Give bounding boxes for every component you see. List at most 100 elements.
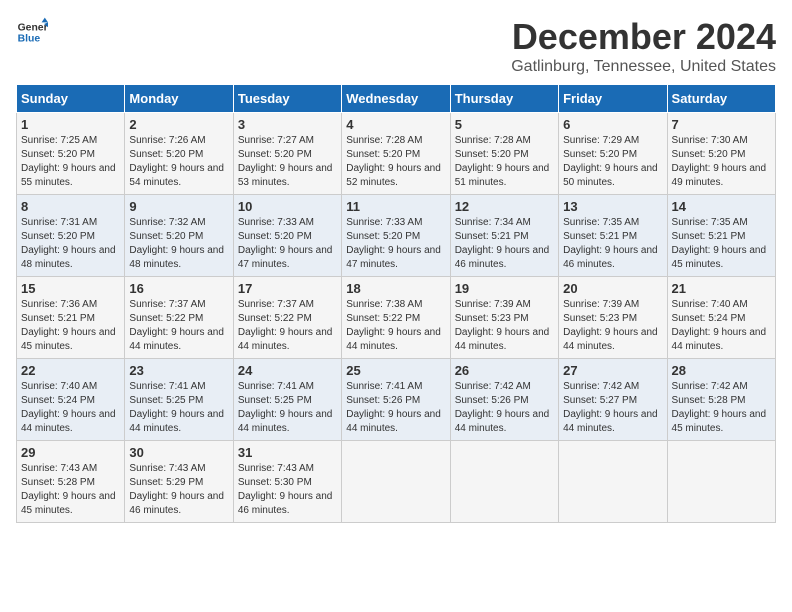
calendar-cell: 27 Sunrise: 7:42 AMSunset: 5:27 PMDayligh… bbox=[559, 359, 667, 441]
calendar-cell: 2 Sunrise: 7:26 AMSunset: 5:20 PMDaylight… bbox=[125, 113, 233, 195]
day-number: 30 bbox=[129, 445, 228, 460]
day-info: Sunrise: 7:26 AMSunset: 5:20 PMDaylight:… bbox=[129, 135, 224, 188]
day-number: 1 bbox=[21, 117, 120, 132]
calendar-cell: 23 Sunrise: 7:41 AMSunset: 5:25 PMDayligh… bbox=[125, 359, 233, 441]
day-number: 7 bbox=[672, 117, 771, 132]
day-info: Sunrise: 7:37 AMSunset: 5:22 PMDaylight:… bbox=[238, 299, 333, 352]
day-info: Sunrise: 7:28 AMSunset: 5:20 PMDaylight:… bbox=[455, 135, 550, 188]
header-day-wednesday: Wednesday bbox=[342, 85, 450, 113]
calendar-cell: 6Sunrise: 7:29 AMSunset: 5:20 PMDaylight… bbox=[559, 113, 667, 195]
day-info: Sunrise: 7:43 AMSunset: 5:29 PMDaylight:… bbox=[129, 463, 224, 516]
day-number: 18 bbox=[346, 281, 445, 296]
day-info: Sunrise: 7:42 AMSunset: 5:28 PMDaylight:… bbox=[672, 381, 767, 434]
svg-text:General: General bbox=[18, 22, 48, 33]
calendar-cell: 24 Sunrise: 7:41 AMSunset: 5:25 PMDayligh… bbox=[233, 359, 341, 441]
day-info: Sunrise: 7:43 AMSunset: 5:28 PMDaylight:… bbox=[21, 463, 116, 516]
day-info: Sunrise: 7:42 AMSunset: 5:27 PMDaylight:… bbox=[563, 381, 658, 434]
day-info: Sunrise: 7:41 AMSunset: 5:25 PMDaylight:… bbox=[238, 381, 333, 434]
calendar-cell: 3 Sunrise: 7:27 AMSunset: 5:20 PMDaylight… bbox=[233, 113, 341, 195]
day-number: 10 bbox=[238, 199, 337, 214]
header-day-sunday: Sunday bbox=[17, 85, 125, 113]
header-day-monday: Monday bbox=[125, 85, 233, 113]
calendar-cell: 19Sunrise: 7:39 AMSunset: 5:23 PMDayligh… bbox=[450, 277, 558, 359]
calendar-week-row: 1Sunrise: 7:25 AMSunset: 5:20 PMDaylight… bbox=[17, 113, 776, 195]
day-number: 20 bbox=[563, 281, 662, 296]
calendar-cell: 29 Sunrise: 7:43 AMSunset: 5:28 PMDayligh… bbox=[17, 441, 125, 523]
calendar-cell: 4 Sunrise: 7:28 AMSunset: 5:20 PMDaylight… bbox=[342, 113, 450, 195]
calendar-cell bbox=[559, 441, 667, 523]
calendar-cell: 26 Sunrise: 7:42 AMSunset: 5:26 PMDayligh… bbox=[450, 359, 558, 441]
title-section: December 2024 Gatlinburg, Tennessee, Uni… bbox=[511, 16, 776, 76]
logo-icon: General Blue bbox=[16, 16, 48, 48]
calendar-cell: 31 Sunrise: 7:43 AMSunset: 5:30 PMDayligh… bbox=[233, 441, 341, 523]
day-number: 4 bbox=[346, 117, 445, 132]
calendar-cell bbox=[342, 441, 450, 523]
day-info: Sunrise: 7:35 AMSunset: 5:21 PMDaylight:… bbox=[672, 217, 767, 270]
calendar-cell: 10 Sunrise: 7:33 AMSunset: 5:20 PMDayligh… bbox=[233, 195, 341, 277]
day-number: 28 bbox=[672, 363, 771, 378]
day-info: Sunrise: 7:33 AMSunset: 5:20 PMDaylight:… bbox=[346, 217, 441, 270]
svg-text:Blue: Blue bbox=[18, 34, 41, 45]
day-info: Sunrise: 7:37 AMSunset: 5:22 PMDaylight:… bbox=[129, 299, 224, 352]
day-number: 31 bbox=[238, 445, 337, 460]
day-number: 15 bbox=[21, 281, 120, 296]
calendar-cell: 16 Sunrise: 7:37 AMSunset: 5:22 PMDayligh… bbox=[125, 277, 233, 359]
day-info: Sunrise: 7:33 AMSunset: 5:20 PMDaylight:… bbox=[238, 217, 333, 270]
day-info: Sunrise: 7:30 AMSunset: 5:20 PMDaylight:… bbox=[672, 135, 767, 188]
day-number: 25 bbox=[346, 363, 445, 378]
day-number: 3 bbox=[238, 117, 337, 132]
day-info: Sunrise: 7:41 AMSunset: 5:26 PMDaylight:… bbox=[346, 381, 441, 434]
calendar-cell: 8 Sunrise: 7:31 AMSunset: 5:20 PMDaylight… bbox=[17, 195, 125, 277]
page-header: General Blue December 2024 Gatlinburg, T… bbox=[16, 16, 776, 76]
calendar-cell: 21Sunrise: 7:40 AMSunset: 5:24 PMDayligh… bbox=[667, 277, 775, 359]
day-number: 5 bbox=[455, 117, 554, 132]
calendar-cell: 5 Sunrise: 7:28 AMSunset: 5:20 PMDaylight… bbox=[450, 113, 558, 195]
calendar-cell bbox=[450, 441, 558, 523]
calendar-cell: 7 Sunrise: 7:30 AMSunset: 5:20 PMDaylight… bbox=[667, 113, 775, 195]
calendar-cell: 22 Sunrise: 7:40 AMSunset: 5:24 PMDayligh… bbox=[17, 359, 125, 441]
day-info: Sunrise: 7:43 AMSunset: 5:30 PMDaylight:… bbox=[238, 463, 333, 516]
calendar-cell: 28 Sunrise: 7:42 AMSunset: 5:28 PMDayligh… bbox=[667, 359, 775, 441]
calendar-cell: 30 Sunrise: 7:43 AMSunset: 5:29 PMDayligh… bbox=[125, 441, 233, 523]
day-info: Sunrise: 7:27 AMSunset: 5:20 PMDaylight:… bbox=[238, 135, 333, 188]
day-number: 26 bbox=[455, 363, 554, 378]
day-info: Sunrise: 7:41 AMSunset: 5:25 PMDaylight:… bbox=[129, 381, 224, 434]
calendar-cell: 15Sunrise: 7:36 AMSunset: 5:21 PMDayligh… bbox=[17, 277, 125, 359]
day-number: 22 bbox=[21, 363, 120, 378]
calendar-cell: 1Sunrise: 7:25 AMSunset: 5:20 PMDaylight… bbox=[17, 113, 125, 195]
day-number: 19 bbox=[455, 281, 554, 296]
day-number: 24 bbox=[238, 363, 337, 378]
header-day-thursday: Thursday bbox=[450, 85, 558, 113]
calendar-cell: 18Sunrise: 7:38 AMSunset: 5:22 PMDayligh… bbox=[342, 277, 450, 359]
day-number: 8 bbox=[21, 199, 120, 214]
day-info: Sunrise: 7:42 AMSunset: 5:26 PMDaylight:… bbox=[455, 381, 550, 434]
calendar-cell bbox=[667, 441, 775, 523]
day-number: 11 bbox=[346, 199, 445, 214]
day-number: 2 bbox=[129, 117, 228, 132]
day-info: Sunrise: 7:34 AMSunset: 5:21 PMDaylight:… bbox=[455, 217, 550, 270]
calendar-header-row: SundayMondayTuesdayWednesdayThursdayFrid… bbox=[17, 85, 776, 113]
day-number: 23 bbox=[129, 363, 228, 378]
calendar-cell: 9 Sunrise: 7:32 AMSunset: 5:20 PMDaylight… bbox=[125, 195, 233, 277]
calendar-cell: 25 Sunrise: 7:41 AMSunset: 5:26 PMDayligh… bbox=[342, 359, 450, 441]
day-number: 29 bbox=[21, 445, 120, 460]
day-info: Sunrise: 7:29 AMSunset: 5:20 PMDaylight:… bbox=[563, 135, 658, 188]
day-number: 27 bbox=[563, 363, 662, 378]
header-day-tuesday: Tuesday bbox=[233, 85, 341, 113]
day-info: Sunrise: 7:35 AMSunset: 5:21 PMDaylight:… bbox=[563, 217, 658, 270]
header-day-saturday: Saturday bbox=[667, 85, 775, 113]
calendar-cell: 13Sunrise: 7:35 AMSunset: 5:21 PMDayligh… bbox=[559, 195, 667, 277]
day-number: 16 bbox=[129, 281, 228, 296]
calendar-week-row: 8 Sunrise: 7:31 AMSunset: 5:20 PMDaylight… bbox=[17, 195, 776, 277]
day-info: Sunrise: 7:28 AMSunset: 5:20 PMDaylight:… bbox=[346, 135, 441, 188]
day-info: Sunrise: 7:40 AMSunset: 5:24 PMDaylight:… bbox=[21, 381, 116, 434]
day-info: Sunrise: 7:32 AMSunset: 5:20 PMDaylight:… bbox=[129, 217, 224, 270]
calendar-cell: 20Sunrise: 7:39 AMSunset: 5:23 PMDayligh… bbox=[559, 277, 667, 359]
day-number: 21 bbox=[672, 281, 771, 296]
logo: General Blue bbox=[16, 16, 48, 48]
day-info: Sunrise: 7:31 AMSunset: 5:20 PMDaylight:… bbox=[21, 217, 116, 270]
day-number: 12 bbox=[455, 199, 554, 214]
day-number: 9 bbox=[129, 199, 228, 214]
day-number: 14 bbox=[672, 199, 771, 214]
location-title: Gatlinburg, Tennessee, United States bbox=[511, 58, 776, 76]
